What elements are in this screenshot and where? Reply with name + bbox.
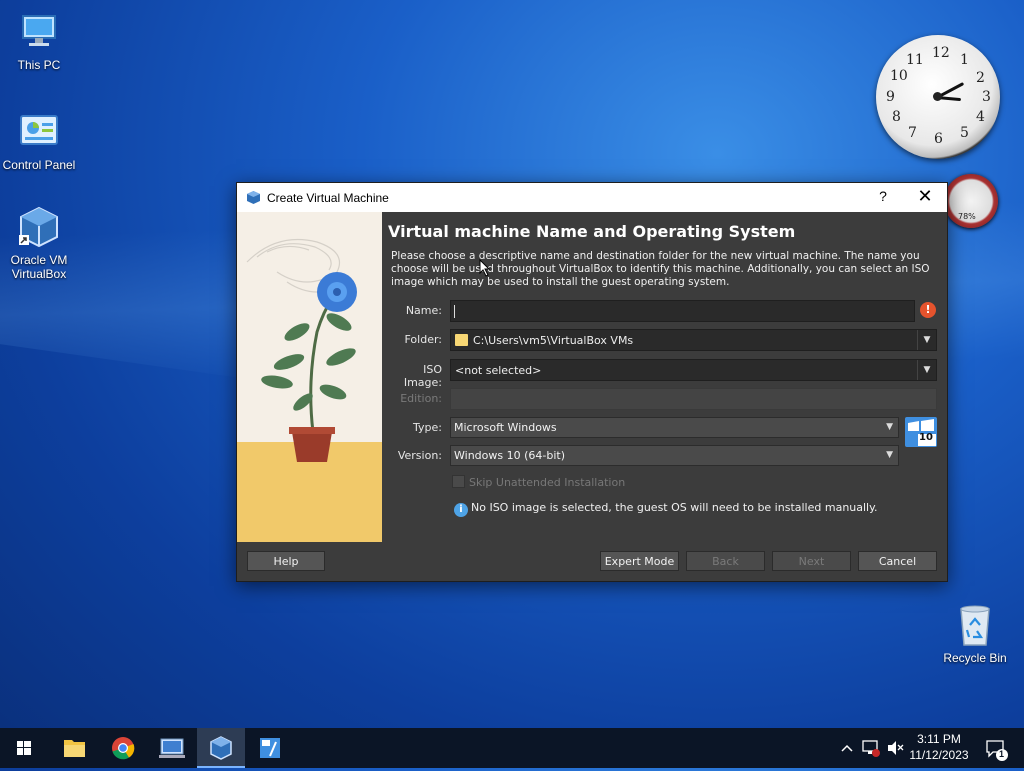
iso-value: <not selected>	[455, 364, 542, 377]
desktop-icon-control-panel[interactable]: Control Panel	[0, 110, 78, 172]
notifications-icon	[986, 740, 1008, 761]
virtualbox-icon	[17, 205, 61, 249]
page-description: Please choose a descriptive name and des…	[391, 250, 930, 288]
version-label: Version:	[397, 449, 442, 462]
expert-mode-button[interactable]: Expert Mode	[600, 551, 679, 571]
taskbar-gadgets[interactable]	[246, 728, 294, 768]
warning-icon: !	[920, 302, 936, 318]
iso-image-selector[interactable]: <not selected> ▼	[450, 359, 937, 381]
taskbar-file-explorer[interactable]	[50, 728, 98, 768]
notification-count: 1	[999, 749, 1005, 759]
text-caret	[454, 305, 455, 318]
help-title-button[interactable]: ?	[873, 188, 893, 204]
folder-label: Folder:	[404, 333, 442, 346]
tray-time: 3:11 PM	[917, 732, 961, 746]
iso-label: ISO Image:	[403, 363, 442, 389]
name-input[interactable]	[450, 300, 915, 322]
info-text: No ISO image is selected, the guest OS w…	[471, 501, 878, 514]
taskbar-virtualbox[interactable]	[197, 728, 245, 768]
dialog-titlebar[interactable]: Create Virtual Machine ? ✕	[237, 183, 947, 212]
create-vm-dialog: Create Virtual Machine ? ✕ Virtual machi…	[236, 182, 948, 582]
folder-icon	[455, 334, 468, 346]
taskbar: 3:11 PM 11/12/2023 1	[0, 728, 1024, 768]
checkbox-box	[452, 475, 465, 488]
tray-date: 11/12/2023	[909, 748, 969, 762]
back-button: Back	[686, 551, 765, 571]
desktop-icon-this-pc[interactable]: This PC	[0, 10, 78, 72]
folder-selector[interactable]: C:\Users\vm5\VirtualBox VMs ▼	[450, 329, 937, 351]
dialog-title: Create Virtual Machine	[267, 191, 389, 205]
volume-muted-icon[interactable]	[884, 728, 906, 768]
clock-gadget[interactable]: 12 1 2 3 4 5 6 7 8 9 10 11	[876, 35, 1000, 159]
version-select[interactable]: Windows 10 (64-bit) ▼	[450, 445, 899, 466]
edition-label: Edition:	[400, 392, 442, 405]
cancel-button[interactable]: Cancel	[858, 551, 937, 571]
os-badge: 10	[919, 432, 933, 443]
desktop-icon-label: Oracle VM VirtualBox	[10, 253, 68, 281]
windows-logo-icon	[17, 741, 31, 755]
chrome-icon	[112, 737, 135, 760]
chevron-up-icon	[841, 744, 853, 752]
next-button: Next	[772, 551, 851, 571]
wizard-page: Virtual machine Name and Operating Syste…	[382, 212, 947, 542]
wizard-illustration	[237, 212, 382, 542]
action-center-button[interactable]: 1	[980, 728, 1014, 768]
skip-unattended-checkbox: Skip Unattended Installation	[452, 475, 625, 489]
folder-value: C:\Users\vm5\VirtualBox VMs	[473, 334, 634, 347]
page-title: Virtual machine Name and Operating Syste…	[388, 222, 796, 241]
folder-icon	[64, 740, 85, 757]
cpu-meter-gadget[interactable]: 78%	[944, 174, 998, 228]
skip-unattended-label: Skip Unattended Installation	[469, 476, 626, 489]
control-panel-icon	[17, 110, 61, 154]
chevron-down-icon[interactable]: ▼	[917, 360, 936, 380]
recycle-bin-label: Recycle Bin	[943, 651, 1007, 665]
gadgets-icon	[260, 738, 280, 758]
network-tray-icon[interactable]	[860, 728, 882, 768]
computer-network-icon	[159, 738, 185, 758]
desktop-icon-label: Control Panel	[2, 158, 76, 172]
potted-plant-illustration	[237, 212, 382, 542]
virtualbox-icon	[246, 190, 261, 205]
help-button[interactable]: Help	[247, 551, 325, 571]
clock-tray[interactable]: 3:11 PM 11/12/2023	[906, 728, 972, 768]
computer-icon	[17, 10, 61, 54]
recycle-bin-icon	[955, 603, 995, 647]
info-icon: i	[454, 503, 468, 517]
close-button[interactable]: ✕	[913, 186, 937, 207]
desktop-icon-recycle-bin[interactable]: Recycle Bin	[940, 603, 1010, 665]
chevron-down-icon[interactable]: ▼	[917, 330, 936, 350]
chevron-down-icon: ▼	[886, 422, 893, 432]
type-label: Type:	[413, 421, 442, 434]
type-value: Microsoft Windows	[454, 421, 557, 434]
show-hidden-icons-button[interactable]	[838, 728, 856, 768]
edition-select	[450, 388, 937, 410]
chevron-down-icon: ▼	[886, 450, 893, 460]
start-button[interactable]	[0, 728, 48, 768]
virtualbox-icon	[210, 736, 232, 760]
os-type-icon: 10	[905, 417, 937, 447]
taskbar-chrome[interactable]	[99, 728, 147, 768]
desktop-icon-virtualbox[interactable]: Oracle VM VirtualBox	[0, 205, 78, 281]
desktop-icon-label: This PC	[17, 58, 61, 72]
meter-value: 78%	[958, 212, 976, 221]
info-message: i No ISO image is selected, the guest OS …	[454, 501, 878, 517]
version-value: Windows 10 (64-bit)	[454, 449, 565, 462]
mouse-cursor-icon	[479, 258, 491, 280]
type-select[interactable]: Microsoft Windows ▼	[450, 417, 899, 438]
name-label: Name:	[405, 304, 442, 317]
dialog-footer: Help Expert Mode Back Next Cancel	[237, 542, 947, 581]
taskbar-network-tool[interactable]	[148, 728, 196, 768]
